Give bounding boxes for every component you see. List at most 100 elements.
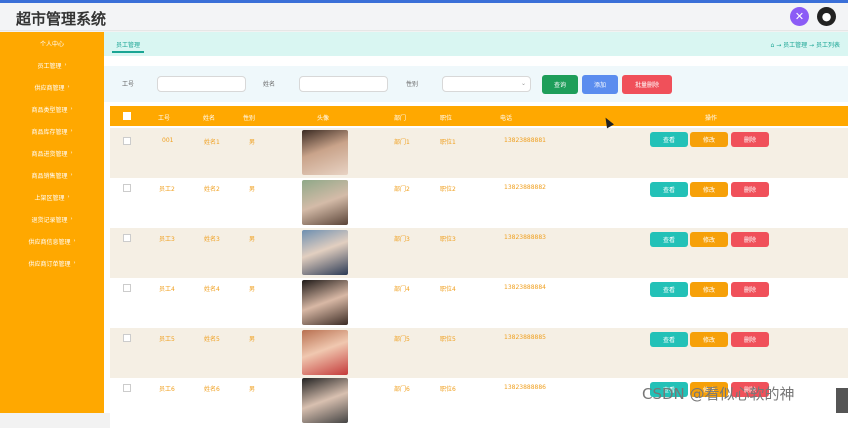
cell-gender: 男 <box>249 386 256 393</box>
col-position: 职位 <box>440 115 453 122</box>
settings-icon[interactable]: ✕ <box>790 7 809 26</box>
cell-dept: 部门4 <box>394 286 410 293</box>
sidebar-item-suppliers[interactable]: 供应商管理 › <box>0 77 104 97</box>
delete-button[interactable]: 删除 <box>731 232 769 247</box>
chevron-right-icon: › <box>70 216 73 222</box>
sidebar-item-returns[interactable]: 退货记录管理 › <box>0 209 104 229</box>
col-dept: 部门 <box>394 115 407 122</box>
cell-phone: 13823888886 <box>504 384 546 391</box>
cell-phone: 13823888885 <box>504 334 546 341</box>
search-bar: 工号 姓名 性别 ⌄ 查询 添加 批量删除 <box>104 66 848 102</box>
user-icon[interactable]: ● <box>817 7 836 26</box>
select-all-checkbox[interactable] <box>123 112 131 120</box>
chevron-right-icon: › <box>67 84 70 90</box>
sidebar-item-purchasing[interactable]: 商品进货管理 › <box>0 143 104 163</box>
view-button[interactable]: 查看 <box>650 332 688 347</box>
view-button[interactable]: 查看 <box>650 232 688 247</box>
scrollbar[interactable] <box>836 388 848 413</box>
chevron-right-icon: › <box>70 128 73 134</box>
cell-employee-id: 员工5 <box>159 336 175 343</box>
sidebar-item-label: 个人中心 <box>39 40 64 48</box>
chevron-right-icon: › <box>64 62 67 68</box>
row-checkbox[interactable] <box>123 137 131 145</box>
edit-button[interactable]: 修改 <box>690 282 728 297</box>
table-header: 工号 姓名 性别 头像 部门 职位 电话 操作 <box>110 106 848 126</box>
delete-button[interactable]: 删除 <box>731 182 769 197</box>
chevron-down-icon: ⌄ <box>520 80 526 87</box>
cell-position: 职位3 <box>440 236 456 243</box>
sidebar-item-label: 员工管理 <box>37 62 62 70</box>
chevron-right-icon: › <box>73 260 76 266</box>
add-button[interactable]: 添加 <box>582 75 618 94</box>
app-title: 超市管理系统 <box>16 10 107 28</box>
table-row: 员工2 姓名2 男 部门2 职位2 13823888882 查看 修改 删除 <box>110 178 848 228</box>
sidebar-item-product-types[interactable]: 商品类型管理 › <box>0 99 104 119</box>
cell-employee-id: 员工2 <box>159 186 175 193</box>
cell-position: 职位6 <box>440 386 456 393</box>
main-content: 员工管理 ⌂ → 员工管理 → 员工列表 工号 姓名 性别 ⌄ 查询 添加 批量… <box>104 32 848 428</box>
col-phone: 电话 <box>500 115 513 122</box>
app-header: 超市管理系统 ✕ ● <box>0 3 848 31</box>
cell-employee-id: 001 <box>162 137 174 144</box>
sidebar-item-shelving[interactable]: 上架区管理 › <box>0 187 104 207</box>
col-employee-id: 工号 <box>158 115 171 122</box>
sidebar-item-profile[interactable]: 个人中心 <box>0 33 104 53</box>
cell-phone: 13823888883 <box>504 234 546 241</box>
sidebar-item-supplier-orders[interactable]: 供应商订单管理 › <box>0 253 104 273</box>
cell-employee-id: 员工4 <box>159 286 175 293</box>
row-checkbox[interactable] <box>123 384 131 392</box>
search-button[interactable]: 查询 <box>542 75 578 94</box>
edit-button[interactable]: 修改 <box>690 132 728 147</box>
chevron-right-icon: › <box>70 172 73 178</box>
batch-delete-button[interactable]: 批量删除 <box>622 75 672 94</box>
cell-employee-id: 员工3 <box>159 236 175 243</box>
delete-button[interactable]: 删除 <box>731 332 769 347</box>
sidebar-item-inventory[interactable]: 商品库存管理 › <box>0 121 104 141</box>
cell-gender: 男 <box>249 186 256 193</box>
tab-bar: 员工管理 ⌂ → 员工管理 → 员工列表 <box>104 32 848 56</box>
edit-button[interactable]: 修改 <box>690 332 728 347</box>
cell-gender: 男 <box>249 139 256 146</box>
cell-employee-id: 员工6 <box>159 386 175 393</box>
col-avatar: 头像 <box>317 115 330 122</box>
cell-name: 姓名4 <box>204 286 220 293</box>
chevron-right-icon: › <box>70 106 73 112</box>
gender-select[interactable]: ⌄ <box>442 76 531 92</box>
row-checkbox[interactable] <box>123 284 131 292</box>
breadcrumb: ⌂ → 员工管理 → 员工列表 <box>770 42 841 49</box>
sidebar-item-supplier-info[interactable]: 供应商信息管理 › <box>0 231 104 251</box>
sidebar-item-label: 退货记录管理 <box>31 216 68 224</box>
delete-button[interactable]: 删除 <box>731 282 769 297</box>
edit-button[interactable]: 修改 <box>690 232 728 247</box>
delete-button[interactable]: 删除 <box>731 132 769 147</box>
employee-avatar <box>302 180 348 225</box>
cell-gender: 男 <box>249 236 256 243</box>
sidebar: 个人中心 员工管理 › 供应商管理 › 商品类型管理 › 商品库存管理 › 商品进货管理… <box>0 32 104 413</box>
sidebar-item-label: 商品进货管理 <box>31 150 68 158</box>
table-row: 员工3 姓名3 男 部门3 职位3 13823888883 查看 修改 删除 <box>110 228 848 278</box>
view-button[interactable]: 查看 <box>650 282 688 297</box>
employee-id-input[interactable] <box>157 76 246 92</box>
col-gender: 性别 <box>243 115 256 122</box>
row-checkbox[interactable] <box>123 184 131 192</box>
table-row: 001 姓名1 男 部门1 职位1 13823888881 查看 修改 删除 <box>110 128 848 178</box>
sidebar-item-label: 商品类型管理 <box>31 106 68 114</box>
cell-name: 姓名1 <box>204 139 220 146</box>
row-checkbox[interactable] <box>123 334 131 342</box>
view-button[interactable]: 查看 <box>650 182 688 197</box>
tab-employees[interactable]: 员工管理 <box>112 38 145 53</box>
cell-dept: 部门5 <box>394 336 410 343</box>
cell-phone: 13823888882 <box>504 184 546 191</box>
employee-avatar <box>302 378 348 423</box>
cell-gender: 男 <box>249 286 256 293</box>
cell-gender: 男 <box>249 336 256 343</box>
view-button[interactable]: 查看 <box>650 132 688 147</box>
name-input[interactable] <box>299 76 388 92</box>
edit-button[interactable]: 修改 <box>690 182 728 197</box>
cell-name: 姓名3 <box>204 236 220 243</box>
name-label: 姓名 <box>263 81 276 88</box>
row-checkbox[interactable] <box>123 234 131 242</box>
sidebar-item-employees[interactable]: 员工管理 › <box>0 55 104 75</box>
sidebar-item-sales[interactable]: 商品销售管理 › <box>0 165 104 185</box>
chevron-right-icon: › <box>67 194 70 200</box>
